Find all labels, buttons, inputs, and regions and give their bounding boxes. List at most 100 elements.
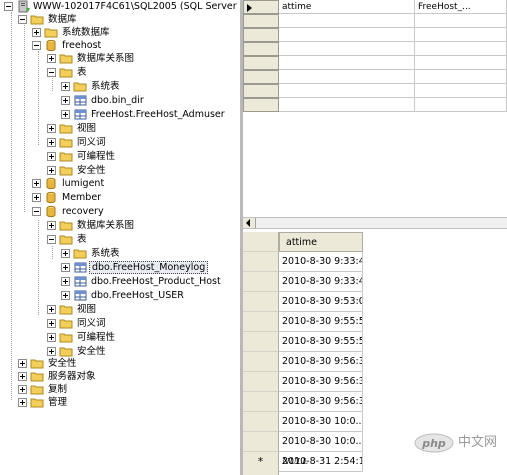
result-cell[interactable]: 2010-8-30 10:0... (279, 432, 363, 452)
tree-node-system-tables[interactable]: 系统表 (0, 247, 243, 260)
expand-toggle[interactable] (47, 333, 56, 342)
tree-node-security[interactable]: 安全性 (0, 164, 243, 177)
result-cell[interactable]: 2010-8-30 9:56:34 (279, 352, 363, 372)
horizontal-scrollbar[interactable] (243, 217, 507, 229)
tree-node-table[interactable]: dbo.bin_dir (0, 94, 243, 107)
tree-node-diagrams[interactable]: 数据库关系图 (0, 219, 243, 232)
empty-cell[interactable] (279, 70, 415, 84)
empty-cell[interactable] (415, 56, 507, 70)
expand-toggle[interactable] (18, 359, 27, 368)
result-cell[interactable]: 2010-8-30 9:33:42 (279, 272, 363, 292)
row-header[interactable] (243, 412, 279, 432)
expand-toggle[interactable] (61, 277, 70, 286)
empty-cell[interactable] (415, 28, 507, 42)
tree-node-programmability[interactable]: 可编程性 (0, 331, 243, 344)
expand-toggle[interactable] (47, 166, 56, 175)
result-cell[interactable]: 2010-8-30 9:55:52 (279, 312, 363, 332)
tree-node-table[interactable]: dbo.FreeHost_USER (0, 289, 243, 302)
expand-toggle[interactable] (47, 54, 56, 63)
empty-cell[interactable] (415, 84, 507, 98)
empty-cell[interactable] (279, 14, 415, 28)
scroll-left-button[interactable] (243, 218, 256, 228)
expand-toggle[interactable] (18, 398, 27, 407)
column-header-attime[interactable]: attime (279, 232, 363, 252)
row-header[interactable] (243, 432, 279, 452)
column-name-cell[interactable]: attime (279, 0, 415, 14)
tree-node-database-member[interactable]: Member (0, 191, 243, 204)
empty-cell[interactable] (279, 98, 415, 112)
tree-node-system-databases[interactable]: 系统数据库 (0, 26, 243, 39)
empty-cell[interactable] (279, 42, 415, 56)
tree-node-server[interactable]: WWW-102017F4C61\SQL2005 (SQL Server 9.0.… (0, 0, 243, 13)
row-selector[interactable] (243, 56, 279, 70)
tree-node-database-freehost[interactable]: freehost (0, 39, 243, 52)
result-cell[interactable]: 2010-8-30 9:56:34 (279, 372, 363, 392)
expand-toggle[interactable] (47, 319, 56, 328)
tree-node-views[interactable]: 视图 (0, 122, 243, 135)
tree-node-table[interactable]: dbo.FreeHost_Product_Host (0, 275, 243, 288)
expand-toggle[interactable] (47, 124, 56, 133)
result-cell[interactable]: 2010-8-30 10:0... (279, 412, 363, 432)
result-cell[interactable]: 2010-8-30 9:56:34 (279, 392, 363, 412)
null-cell[interactable]: NULL (279, 452, 363, 472)
tree-node-diagrams[interactable]: 数据库关系图 (0, 52, 243, 65)
row-header[interactable] (243, 352, 279, 372)
expand-toggle[interactable] (32, 179, 41, 188)
expand-toggle[interactable] (32, 28, 41, 37)
expand-toggle[interactable] (61, 249, 70, 258)
row-selector-current[interactable] (243, 0, 279, 14)
collapse-toggle[interactable] (18, 15, 27, 24)
tree-node-server-security[interactable]: 安全性 (0, 357, 243, 370)
tree-node-server-objects[interactable]: 服务器对象 (0, 370, 243, 383)
expand-toggle[interactable] (61, 82, 70, 91)
empty-cell[interactable] (415, 98, 507, 112)
row-selector[interactable] (243, 98, 279, 112)
expand-toggle[interactable] (47, 152, 56, 161)
data-type-cell[interactable]: FreeHost_... (415, 0, 507, 14)
collapse-toggle[interactable] (32, 207, 41, 216)
row-header[interactable] (243, 252, 279, 272)
row-header[interactable] (243, 392, 279, 412)
tree-node-views[interactable]: 视图 (0, 303, 243, 316)
expand-toggle[interactable] (47, 305, 56, 314)
empty-cell[interactable] (415, 14, 507, 28)
row-selector[interactable] (243, 42, 279, 56)
row-header[interactable] (243, 312, 279, 332)
row-selector[interactable] (243, 14, 279, 28)
expand-toggle[interactable] (61, 263, 70, 272)
collapse-toggle[interactable] (47, 235, 56, 244)
row-selector[interactable] (243, 28, 279, 42)
collapse-toggle[interactable] (4, 2, 13, 11)
expand-toggle[interactable] (61, 110, 70, 119)
expand-toggle[interactable] (47, 138, 56, 147)
tree-node-system-tables[interactable]: 系统表 (0, 80, 243, 93)
row-header[interactable] (243, 292, 279, 312)
row-header[interactable] (243, 332, 279, 352)
empty-cell[interactable] (415, 42, 507, 56)
empty-cell[interactable] (279, 56, 415, 70)
tree-node-table[interactable]: FreeHost.FreeHost_Admuser (0, 108, 243, 121)
tree-node-synonyms[interactable]: 同义词 (0, 317, 243, 330)
expand-toggle[interactable] (61, 96, 70, 105)
empty-cell[interactable] (415, 70, 507, 84)
tree-node-tables[interactable]: 表 (0, 233, 243, 246)
tree-node-replication[interactable]: 复制 (0, 383, 243, 396)
row-selector[interactable] (243, 70, 279, 84)
expand-toggle[interactable] (18, 385, 27, 394)
tree-node-databases[interactable]: 数据库 (0, 13, 243, 26)
row-selector[interactable] (243, 84, 279, 98)
expand-toggle[interactable] (47, 347, 56, 356)
collapse-toggle[interactable] (32, 41, 41, 50)
expand-toggle[interactable] (61, 291, 70, 300)
result-cell[interactable]: 2010-8-30 9:55:53 (279, 332, 363, 352)
tree-node-programmability[interactable]: 可编程性 (0, 150, 243, 163)
expand-toggle[interactable] (47, 221, 56, 230)
result-cell[interactable]: 2010-8-30 9:33:42 (279, 252, 363, 272)
expand-toggle[interactable] (18, 372, 27, 381)
row-header[interactable] (243, 372, 279, 392)
new-row-marker[interactable]: * (243, 452, 279, 472)
result-cell[interactable]: 2010-8-30 9:53:05 (279, 292, 363, 312)
expand-toggle[interactable] (32, 193, 41, 202)
collapse-toggle[interactable] (47, 68, 56, 77)
empty-cell[interactable] (279, 84, 415, 98)
